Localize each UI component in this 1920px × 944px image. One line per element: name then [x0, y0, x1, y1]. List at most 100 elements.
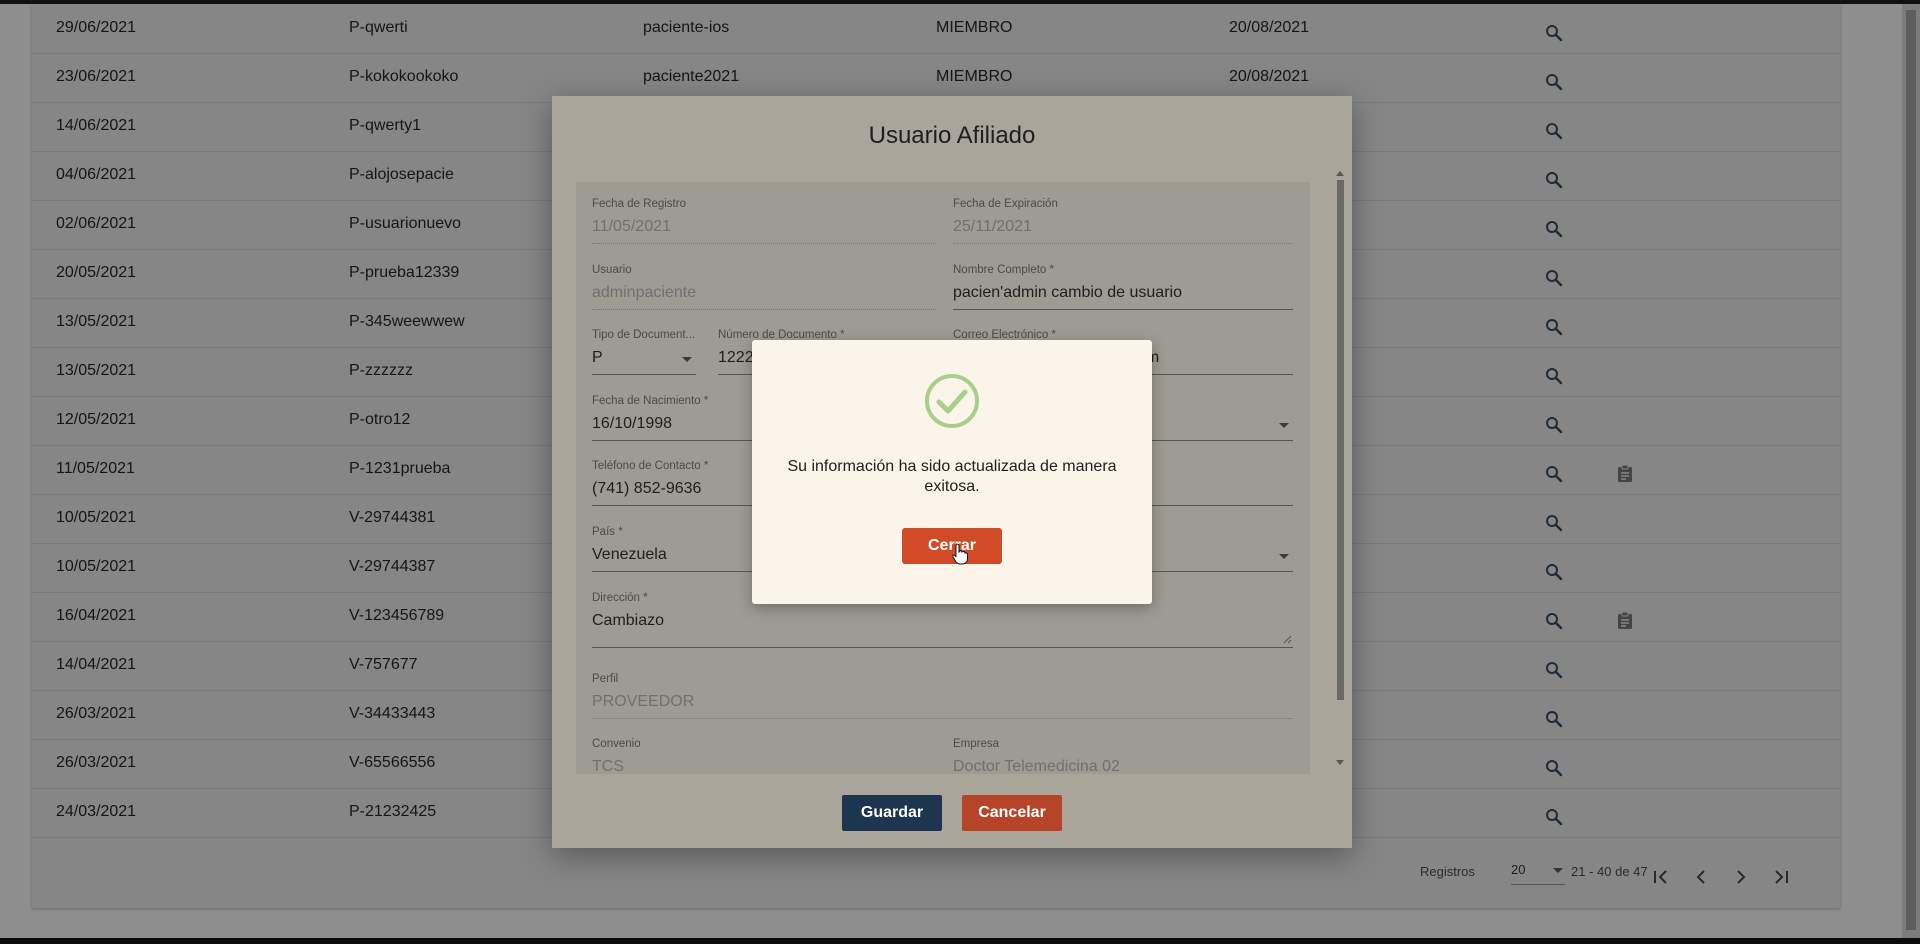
document-type-select[interactable]: Tipo de Document... P: [592, 329, 696, 375]
date-cell: 29/06/2021: [56, 19, 137, 36]
expiration-date-field: Fecha de Expiración 25/11/2021: [953, 198, 1293, 244]
company-field: Empresa Doctor Telemedicina 02: [953, 738, 1293, 774]
search-icon[interactable]: [1545, 661, 1563, 684]
success-message: Su información ha sido actualizada de ma…: [787, 458, 1117, 495]
registration-date-label: Fecha de Registro: [592, 198, 686, 210]
username-cell: paciente2021: [643, 68, 740, 85]
search-icon[interactable]: [1545, 171, 1563, 194]
user-id-cell: V-65566556: [349, 754, 436, 771]
search-icon[interactable]: [1545, 73, 1563, 96]
username-label: Usuario: [592, 264, 632, 276]
full-name-label: Nombre Completo *: [953, 264, 1054, 276]
user-id-cell: P-qwerty1: [349, 117, 422, 134]
username-field: Usuario adminpaciente: [592, 264, 936, 310]
user-id-cell: V-29744381: [349, 509, 436, 526]
full-name-input[interactable]: Nombre Completo * pacien'admin cambio de…: [953, 264, 1293, 310]
cancel-button[interactable]: Cancelar: [962, 795, 1062, 831]
date-cell: 26/03/2021: [56, 705, 137, 722]
search-icon[interactable]: [1545, 710, 1563, 733]
scroll-down-icon[interactable]: [1336, 760, 1344, 766]
expiration-date-label: Fecha de Expiración: [953, 198, 1058, 210]
document-type-label: Tipo de Document...: [592, 329, 696, 341]
check-circle-icon: [925, 374, 979, 428]
search-icon[interactable]: [1545, 318, 1563, 341]
search-icon[interactable]: [1545, 514, 1563, 537]
search-icon[interactable]: [1545, 759, 1563, 782]
date-cell: 11/05/2021: [56, 460, 135, 477]
date-cell: 04/06/2021: [56, 166, 137, 183]
resize-handle-icon[interactable]: [1283, 635, 1292, 644]
first-page-icon: [1654, 870, 1667, 884]
date-cell: 13/05/2021: [56, 313, 137, 330]
search-icon[interactable]: [1545, 367, 1563, 390]
profile-label: Perfil: [592, 673, 619, 685]
expiry-cell: 20/08/2021: [1229, 19, 1310, 36]
last-page-button[interactable]: [1766, 862, 1796, 892]
full-name-value: pacien'admin cambio de usuario: [953, 284, 1182, 301]
company-value: Doctor Telemedicina 02: [953, 758, 1120, 774]
previous-page-button[interactable]: [1686, 862, 1716, 892]
modal-scrollbar-thumb[interactable]: [1337, 180, 1344, 700]
date-cell: 14/04/2021: [56, 656, 137, 673]
expiration-date-value: 25/11/2021: [953, 218, 1032, 235]
search-icon[interactable]: [1545, 416, 1563, 439]
page-size-select[interactable]: 20: [1511, 862, 1565, 885]
profile-value: PROVEEDOR: [592, 693, 695, 710]
save-button[interactable]: Guardar: [842, 795, 942, 831]
company-label: Empresa: [953, 738, 1000, 750]
user-id-cell: V-29744387: [349, 558, 436, 575]
registration-date-value: 11/05/2021: [592, 218, 671, 235]
table-row: 29/06/2021 P-qwerti paciente-ios MIEMBRO 20/…: [32, 4, 1840, 54]
modal-scrollbar[interactable]: [1335, 170, 1345, 770]
user-id-cell: V-34433443: [349, 705, 436, 722]
user-id-cell: P-qwerti: [349, 19, 408, 36]
search-icon[interactable]: [1545, 563, 1563, 586]
first-page-button[interactable]: [1646, 862, 1676, 892]
chevron-left-icon: [1696, 870, 1705, 884]
user-id-cell: P-345weewwew: [349, 313, 465, 330]
user-id-cell: P-zzzzzz: [349, 362, 413, 379]
date-cell: 10/05/2021: [56, 509, 137, 526]
username-value: adminpaciente: [592, 284, 697, 301]
chevron-right-icon: [1737, 870, 1746, 884]
search-icon[interactable]: [1545, 465, 1563, 488]
user-id-cell: P-21232425: [349, 803, 437, 820]
search-icon[interactable]: [1545, 612, 1563, 635]
date-cell: 14/06/2021: [56, 117, 137, 134]
scroll-up-icon[interactable]: [1336, 170, 1344, 176]
search-icon[interactable]: [1545, 24, 1563, 47]
date-cell: 12/05/2021: [56, 411, 137, 428]
chevron-down-icon: [682, 357, 692, 362]
chevron-down-icon: [1553, 868, 1563, 873]
search-icon[interactable]: [1545, 808, 1563, 831]
page-size-value: 20: [1511, 862, 1526, 877]
hand-cursor-icon: [952, 543, 968, 565]
date-cell: 24/03/2021: [56, 803, 137, 820]
page-scrollbar-thumb[interactable]: [1906, 10, 1916, 930]
clipboard-icon[interactable]: [1617, 611, 1633, 634]
modal-title: Usuario Afiliado: [868, 122, 1036, 149]
date-cell: 13/05/2021: [56, 362, 137, 379]
username-cell: paciente-ios: [643, 19, 730, 36]
next-page-button[interactable]: [1726, 862, 1756, 892]
registration-date-field: Fecha de Registro 11/05/2021: [592, 198, 936, 244]
type-cell: MIEMBRO: [936, 68, 1013, 85]
user-id-cell: P-usuarionuevo: [349, 215, 462, 232]
agreement-field: Convenio TCS: [592, 738, 936, 774]
chevron-down-icon: [1279, 423, 1289, 428]
date-cell: 10/05/2021: [56, 558, 137, 575]
profile-field: Perfil PROVEEDOR: [592, 673, 1293, 719]
clipboard-icon[interactable]: [1617, 464, 1633, 487]
search-icon[interactable]: [1545, 122, 1563, 145]
user-id-cell: P-1231prueba: [349, 460, 451, 477]
chevron-down-icon: [1279, 554, 1289, 559]
user-id-cell: V-123456789: [349, 607, 445, 624]
date-cell: 16/04/2021: [56, 607, 137, 624]
paginator-range: 21 - 40 de 47: [1571, 864, 1648, 879]
type-cell: MIEMBRO: [936, 19, 1013, 36]
search-icon[interactable]: [1545, 220, 1563, 243]
user-id-cell: P-alojosepacie: [349, 166, 454, 183]
last-page-icon: [1775, 870, 1788, 884]
document-type-value: P: [592, 349, 603, 366]
search-icon[interactable]: [1545, 269, 1563, 292]
